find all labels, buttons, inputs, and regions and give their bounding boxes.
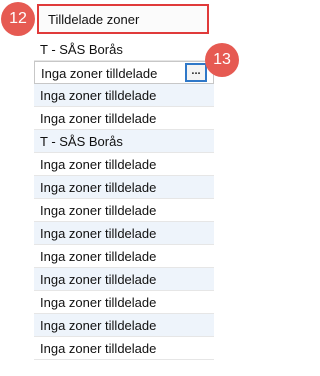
table-row[interactable]: Inga zoner tilldelade	[34, 291, 214, 314]
row-text: Inga zoner tilldelade	[40, 249, 157, 264]
row-text: Inga zoner tilldelade	[40, 226, 157, 241]
ellipsis-button[interactable]: ...	[185, 63, 207, 82]
table-row[interactable]: Inga zoner tilldelade	[34, 153, 214, 176]
row-text: Inga zoner tilldelade	[40, 318, 157, 333]
row-text: Inga zoner tilldelade	[40, 341, 157, 356]
table-row[interactable]: Inga zoner tilldelade	[34, 314, 214, 337]
row-text: Inga zoner tilldelade	[40, 295, 157, 310]
row-text: T - SÅS Borås	[40, 42, 123, 57]
table-row[interactable]: Inga zoner tilldelade	[34, 84, 214, 107]
header-label: Tilldelade zoner	[48, 12, 140, 27]
table-row[interactable]: T - SÅS Borås	[34, 38, 214, 61]
row-text: Inga zoner tilldelade	[40, 203, 157, 218]
table-row[interactable]: Inga zoner tilldelade	[34, 107, 214, 130]
callout-badge-13: 13	[205, 43, 239, 77]
table-row[interactable]: Inga zoner tilldelade	[34, 222, 214, 245]
table-row[interactable]: Inga zoner tilldelade	[34, 337, 214, 360]
row-text: Inga zoner tilldelade	[40, 111, 157, 126]
table-row[interactable]: T - SÅS Borås	[34, 130, 214, 153]
assigned-zones-header[interactable]: Tilldelade zoner	[37, 4, 209, 34]
row-text: Inga zoner tilldelade	[40, 272, 157, 287]
row-text: Inga zoner tilldelade	[41, 66, 158, 81]
table-row[interactable]: Inga zoner tilldelade	[34, 199, 214, 222]
row-text: Inga zoner tilldelade	[40, 157, 157, 172]
table-row[interactable]: Inga zoner tilldelade	[34, 268, 214, 291]
row-text: Inga zoner tilldelade	[40, 180, 157, 195]
table-row[interactable]: Inga zoner tilldelade	[34, 176, 214, 199]
assigned-zones-column: Tilldelade zoner T - SÅS Borås Inga zone…	[34, 0, 214, 376]
row-text: Inga zoner tilldelade	[40, 88, 157, 103]
table-row[interactable]: Inga zoner tilldelade	[34, 245, 214, 268]
row-text: T - SÅS Borås	[40, 134, 123, 149]
table-row-active[interactable]: Inga zoner tilldelade ...	[34, 61, 214, 84]
callout-badge-12: 12	[1, 2, 35, 36]
